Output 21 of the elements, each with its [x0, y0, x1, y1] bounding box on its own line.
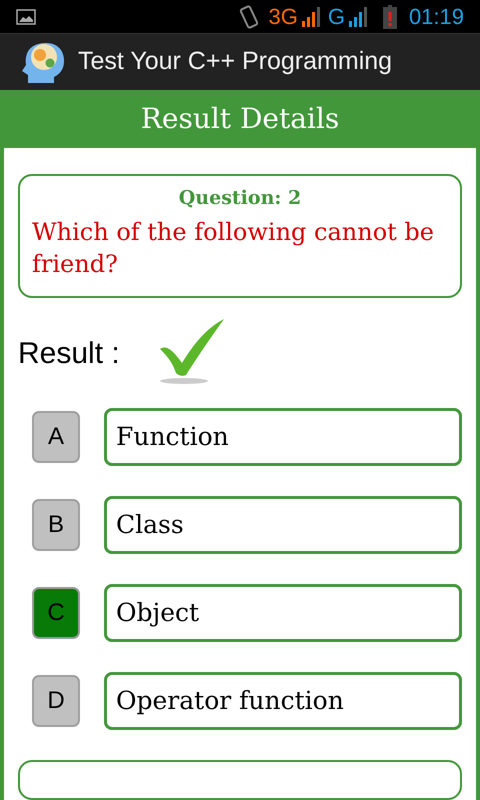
- network-type: G: [328, 3, 345, 31]
- option-answer[interactable]: Function: [104, 408, 462, 466]
- vibrate-icon: [238, 4, 260, 30]
- page-title: Result Details: [140, 100, 340, 136]
- option-answer[interactable]: Operator function: [104, 672, 462, 730]
- option-answer[interactable]: Object: [104, 584, 462, 642]
- app-title: Test Your C++ Programming: [78, 46, 392, 77]
- option-letter: A: [32, 411, 80, 463]
- result-label: Result :: [18, 336, 120, 372]
- signal-icon: [302, 6, 320, 26]
- signal-icon: [348, 6, 367, 26]
- option-letter: D: [32, 675, 80, 727]
- question-number: Question: 2: [178, 186, 302, 210]
- image-icon: [16, 8, 36, 24]
- question-text: Which of the following cannot be friend?: [32, 217, 435, 280]
- option-answer[interactable]: Class: [104, 496, 462, 554]
- option-letter: B: [32, 499, 80, 551]
- option-letter: C: [32, 587, 80, 639]
- battery-icon: [382, 4, 397, 28]
- clock: 01:19: [408, 3, 464, 31]
- network-type: 3G: [268, 3, 298, 31]
